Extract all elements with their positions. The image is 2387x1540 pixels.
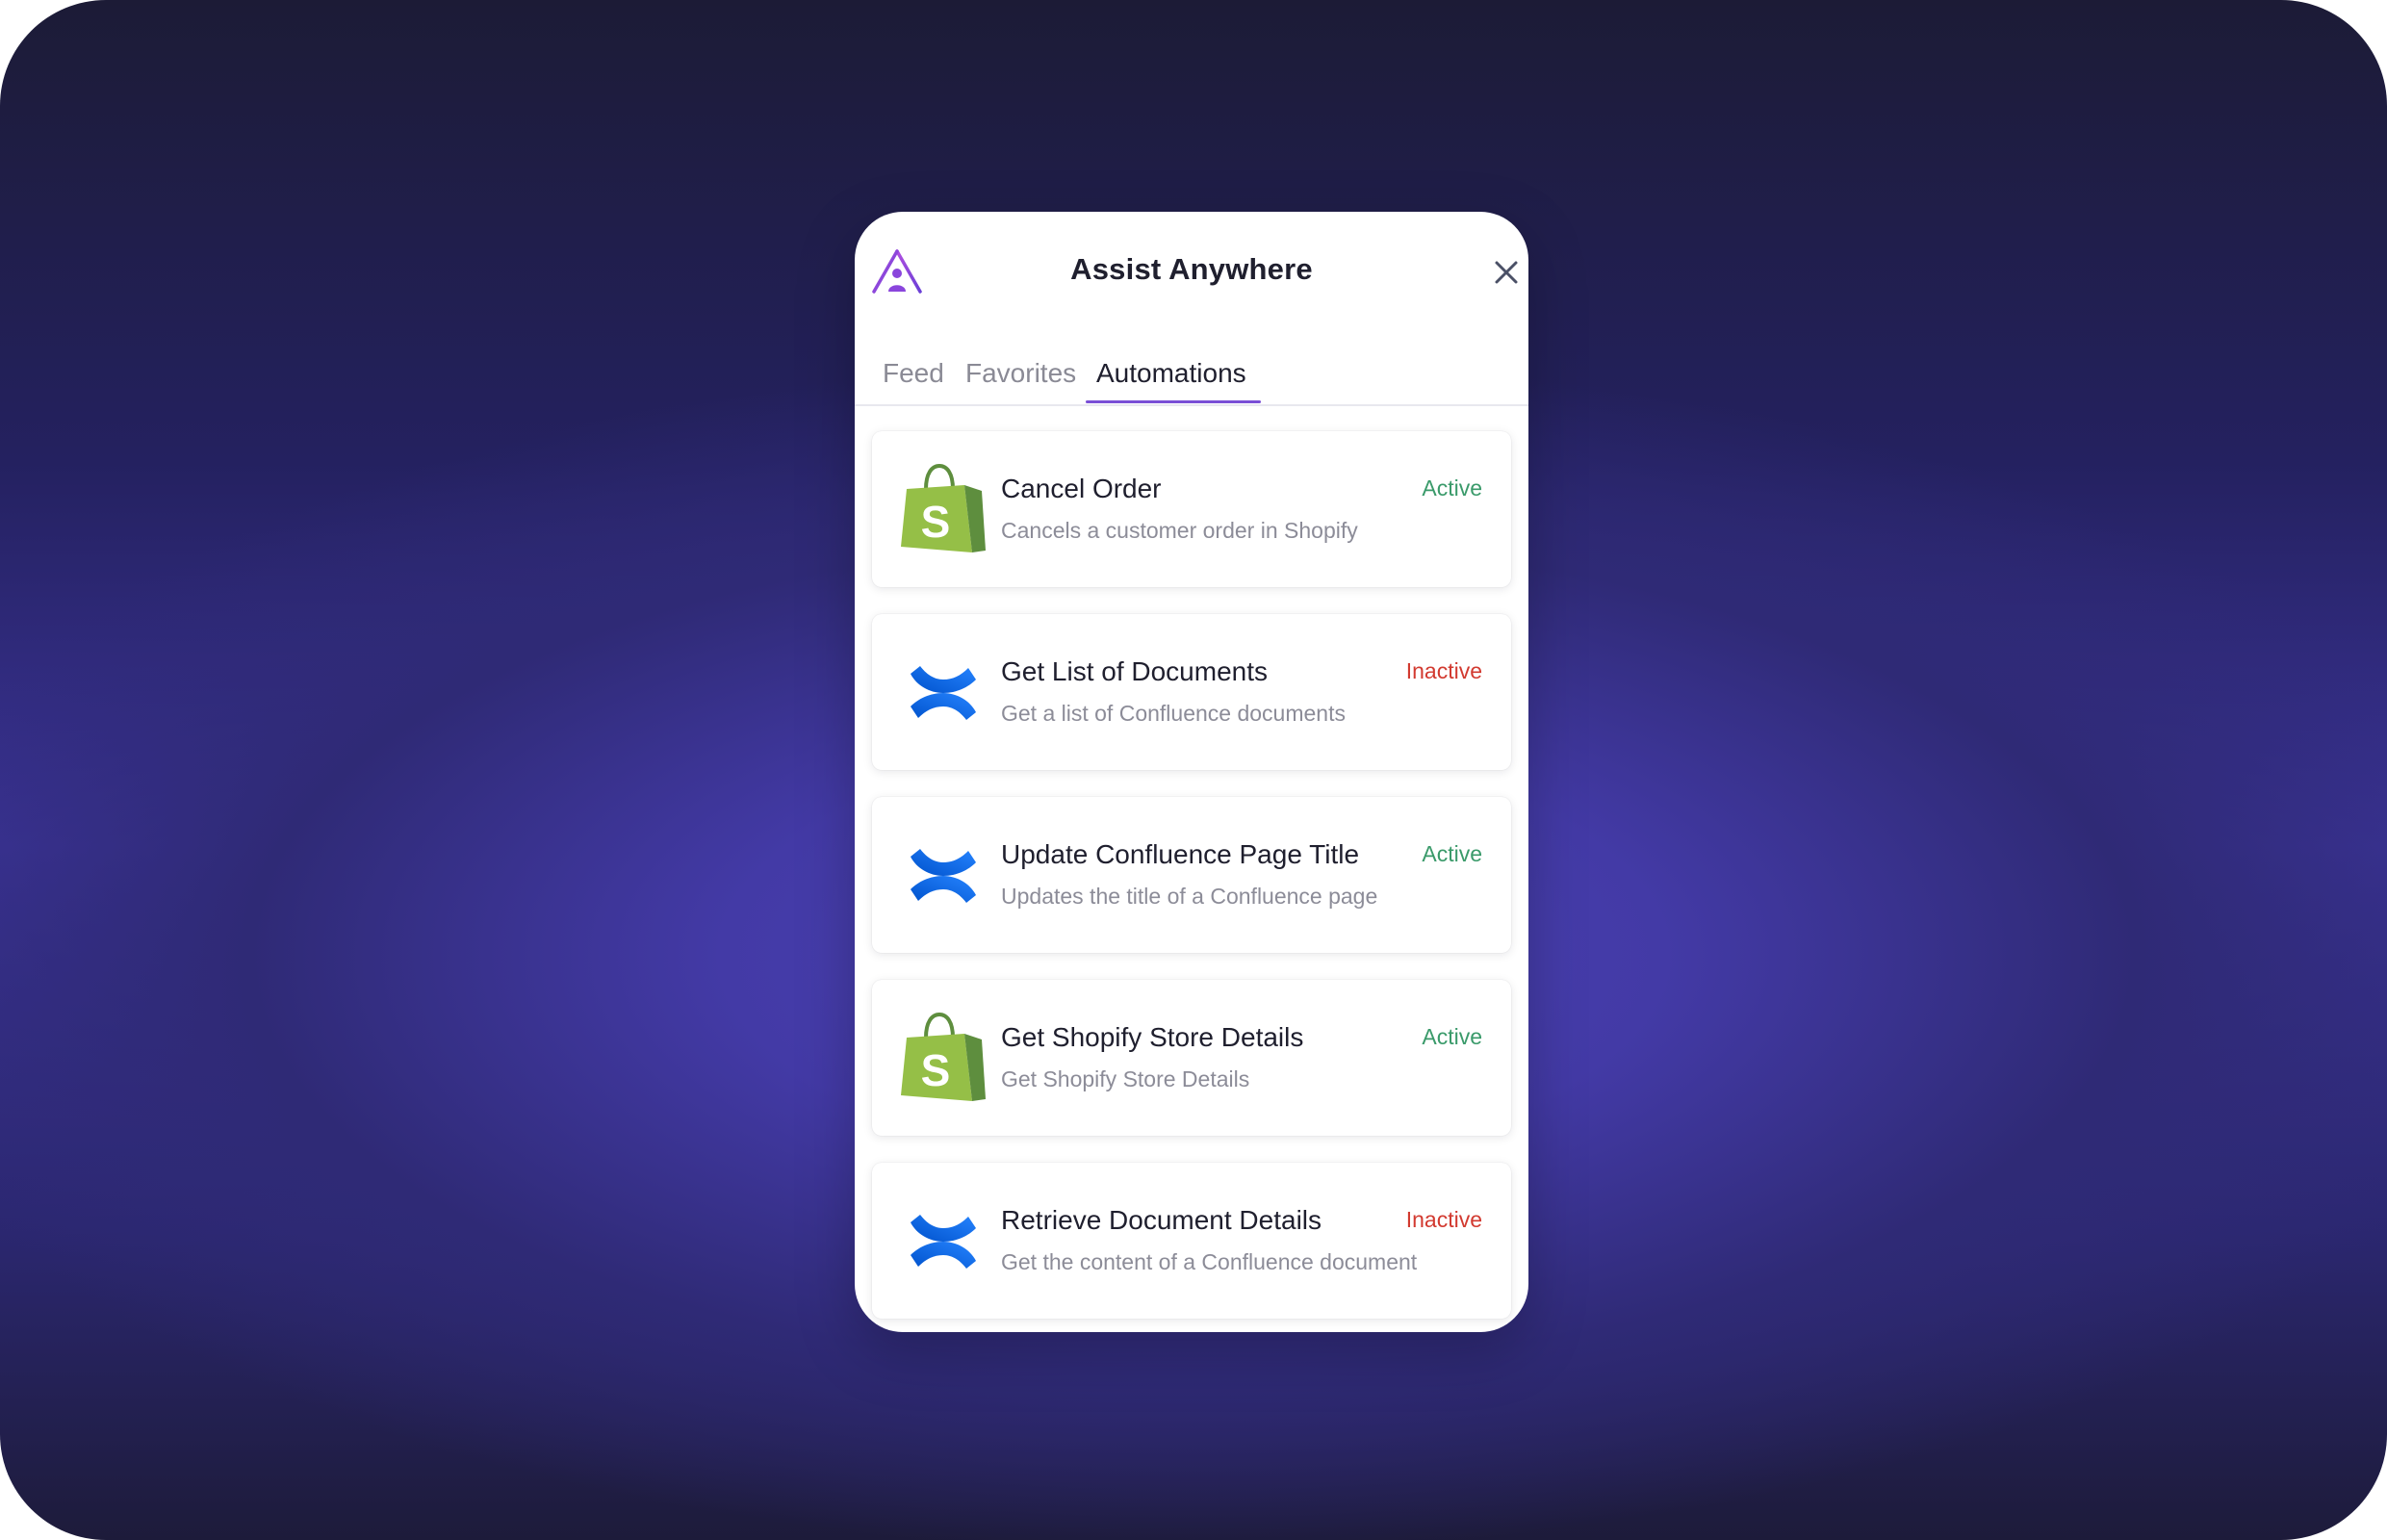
confluence-icon: [911, 849, 976, 903]
automation-description: Cancels a customer order in Shopify: [1001, 518, 1358, 543]
automation-name: Retrieve Document Details: [1001, 1205, 1322, 1235]
shopify-icon: S: [901, 463, 986, 552]
svg-text:S: S: [921, 1045, 951, 1095]
automation-description: Get a list of Confluence documents: [1001, 701, 1346, 726]
status-badge: Active: [1422, 475, 1482, 500]
status-badge: Active: [1422, 841, 1482, 866]
confluence-icon: [911, 1215, 976, 1269]
automation-description: Get the content of a Confluence document: [1001, 1249, 1418, 1274]
automation-name: Update Confluence Page Title: [1001, 839, 1360, 869]
automation-name: Cancel Order: [1001, 474, 1162, 503]
panel-header: Assist Anywhere: [855, 212, 1528, 337]
tab-automations[interactable]: Automations: [1096, 358, 1246, 389]
automation-description: Get Shopify Store Details: [1001, 1066, 1250, 1091]
automation-card[interactable]: Get List of Documents Get a list of Conf…: [872, 614, 1511, 770]
automation-name: Get List of Documents: [1001, 656, 1269, 686]
automation-card[interactable]: Update Confluence Page Title Updates the…: [872, 797, 1511, 953]
automation-card[interactable]: S Cancel Order Cancels a customer order …: [872, 431, 1511, 587]
active-tab-indicator: [1086, 400, 1261, 403]
confluence-icon: [911, 666, 976, 720]
status-badge: Inactive: [1405, 658, 1482, 683]
automation-card[interactable]: S Get Shopify Store Details Get Shopify …: [872, 980, 1511, 1136]
tab-favorites[interactable]: Favorites: [965, 358, 1076, 389]
background: Assist Anywhere Feed Favorites Automatio…: [0, 0, 2387, 1540]
svg-text:S: S: [921, 497, 951, 547]
tab-feed[interactable]: Feed: [883, 358, 944, 389]
shopify-icon: S: [901, 1012, 986, 1101]
tab-bar: Feed Favorites Automations: [855, 337, 1528, 406]
close-icon[interactable]: [1490, 256, 1523, 289]
automation-card[interactable]: Retrieve Document Details Get the conten…: [872, 1163, 1511, 1319]
automation-name: Get Shopify Store Details: [1001, 1022, 1304, 1052]
status-badge: Inactive: [1405, 1207, 1482, 1232]
panel-title: Assist Anywhere: [1070, 252, 1313, 286]
status-badge: Active: [1422, 1024, 1482, 1049]
automation-description: Updates the title of a Confluence page: [1001, 884, 1378, 909]
assist-anywhere-panel: Assist Anywhere Feed Favorites Automatio…: [855, 212, 1528, 1332]
